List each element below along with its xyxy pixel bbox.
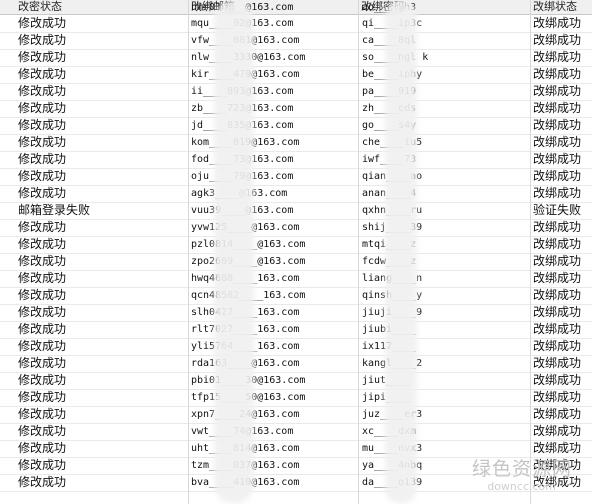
cell-bind-status[interactable]: 改绑成功 <box>533 321 592 338</box>
data-grid[interactable]: 改密状态 改绑邮箱 改绑密码 改绑状态 修改成功mqu____92@163.co… <box>0 0 592 504</box>
cell-bind-status[interactable]: 改绑成功 <box>533 117 592 134</box>
column-divider <box>358 0 359 504</box>
cell-pwd-status[interactable]: 修改成功 <box>18 457 188 474</box>
column-divider <box>188 0 189 504</box>
cell-pwd-status[interactable]: 修改成功 <box>18 474 188 491</box>
table-row[interactable]: 修改成功kir____479@163.combe____iphy改绑成功 <box>0 66 592 84</box>
table-row[interactable]: 修改成功zb____723@163.comzh____cds改绑成功 <box>0 100 592 118</box>
cell-pwd-status[interactable]: 修改成功 <box>18 321 188 338</box>
cell-bind-status[interactable]: 改绑成功 <box>533 185 592 202</box>
watermark-url: downcc.com <box>487 480 556 493</box>
table-row[interactable]: 修改成功yli5764____163.comix117____改绑成功 <box>0 338 592 356</box>
cell-pwd-status[interactable]: 修改成功 <box>18 236 188 253</box>
cell-bind-status[interactable]: 改绑成功 <box>533 134 592 151</box>
cell-bind-status[interactable]: 验证失败 <box>533 202 592 219</box>
cell-bind-status[interactable]: 改绑成功 <box>533 151 592 168</box>
cell-bind-status[interactable]: 改绑成功 <box>533 15 592 32</box>
table-row[interactable]: 修改成功nlw____3330@163.comso____ngl k改绑成功 <box>0 49 592 67</box>
table-row[interactable]: 修改成功rda163____@163.comkangl____2改绑成功 <box>0 355 592 373</box>
header-bind-status[interactable]: 改绑状态 <box>531 0 592 14</box>
table-row[interactable]: 修改成功zpo2669____@163.comfcdw____z改绑成功 <box>0 253 592 271</box>
cell-pwd-status[interactable]: 修改成功 <box>18 423 188 440</box>
cell-pwd-status[interactable]: 修改成功 <box>18 253 188 270</box>
cell-pwd-status[interactable]: 修改成功 <box>18 372 188 389</box>
table-row[interactable]: 修改成功ii____893@163.compa____919改绑成功 <box>0 83 592 101</box>
cell-pwd-status[interactable]: 修改成功 <box>18 355 188 372</box>
cell-bind-status[interactable]: 改绑成功 <box>533 287 592 304</box>
cell-bind-status[interactable]: 改绑成功 <box>533 270 592 287</box>
cell-pwd-status[interactable]: 修改成功 <box>18 168 188 185</box>
cell-pwd-status[interactable]: 修改成功 <box>18 49 188 66</box>
watermark-title: 绿色资源网 <box>471 458 572 480</box>
cell-bind-status[interactable]: 改绑成功 <box>533 219 592 236</box>
cell-pwd-status[interactable]: 修改成功 <box>18 270 188 287</box>
cell-bind-status[interactable]: 改绑成功 <box>533 355 592 372</box>
cell-pwd-status[interactable]: 修改成功 <box>18 151 188 168</box>
cell-bind-status[interactable]: 改绑成功 <box>533 389 592 406</box>
cell-bind-status[interactable]: 改绑成功 <box>533 423 592 440</box>
table-row[interactable]: 邮箱登录失败vuu39____@163.comqxhn____ru验证失败 <box>0 202 592 220</box>
cell-pwd-status[interactable]: 邮箱登录失败 <box>18 202 188 219</box>
table-row[interactable]: 修改成功vfw____081@163.comca____8ql改绑成功 <box>0 32 592 50</box>
table-row[interactable]: 修改成功jd____835@163.comgo____s4y改绑成功 <box>0 117 592 135</box>
table-row[interactable]: 修改成功kom____019@163.comche____iu5改绑成功 <box>0 134 592 152</box>
cell-pwd-status[interactable]: 修改成功 <box>18 32 188 49</box>
table-row[interactable]: 修改成功slh0427____163.comjiuji____9改绑成功 <box>0 304 592 322</box>
watermark: 绿色资源网 downcc.com <box>460 454 578 496</box>
header-pwd-status[interactable]: 改密状态 <box>16 0 189 14</box>
cell-pwd-status[interactable]: 修改成功 <box>18 117 188 134</box>
cell-pwd-status[interactable]: 修改成功 <box>18 219 188 236</box>
cell-pwd-status[interactable]: 修改成功 <box>18 66 188 83</box>
cell-bind-status[interactable]: 改绑成功 <box>533 236 592 253</box>
cell-pwd-status[interactable]: 修改成功 <box>18 406 188 423</box>
cell-bind-status[interactable]: 改绑成功 <box>533 83 592 100</box>
table-row[interactable]: 修改成功yvw125____@163.comshij____39改绑成功 <box>0 219 592 237</box>
cell-pwd-status[interactable]: 修改成功 <box>18 83 188 100</box>
cell-pwd-status[interactable]: 修改成功 <box>18 15 188 32</box>
cell-pwd-status[interactable]: 修改成功 <box>18 389 188 406</box>
cell-bind-status[interactable]: 改绑成功 <box>533 338 592 355</box>
cell-bind-status[interactable]: 改绑成功 <box>533 406 592 423</box>
cell-pwd-status[interactable]: 修改成功 <box>18 338 188 355</box>
table-row[interactable]: 修改成功hwq4688____163.comliang____n改绑成功 <box>0 270 592 288</box>
privacy-mask <box>385 0 417 504</box>
cell-bind-status[interactable]: 改绑成功 <box>533 253 592 270</box>
cell-pwd-status[interactable]: 修改成功 <box>18 100 188 117</box>
table-row[interactable]: 修改成功pbi01____30@163.comjiut____改绑成功 <box>0 372 592 390</box>
privacy-mask <box>214 0 254 504</box>
table-row[interactable]: 修改成功oju____79@163.comqian____ao改绑成功 <box>0 168 592 186</box>
table-row[interactable]: 修改成功qcn48582____163.comqinsh____y改绑成功 <box>0 287 592 305</box>
cell-bind-status[interactable]: 改绑成功 <box>533 304 592 321</box>
cell-pwd-status[interactable]: 修改成功 <box>18 185 188 202</box>
table-row[interactable]: 修改成功agk3____@163.comanan____4改绑成功 <box>0 185 592 203</box>
cell-pwd-status[interactable]: 修改成功 <box>18 440 188 457</box>
table-row[interactable]: 修改成功mqu____92@163.comqi____ip3c改绑成功 <box>0 15 592 33</box>
table-row[interactable]: 修改成功rlt7027____163.comjiubi____改绑成功 <box>0 321 592 339</box>
column-divider <box>530 0 531 504</box>
cell-bind-status[interactable]: 改绑成功 <box>533 49 592 66</box>
table-row[interactable]: 修改成功pzl0814____@163.commtqi____z改绑成功 <box>0 236 592 254</box>
cell-pwd-status[interactable]: 修改成功 <box>18 134 188 151</box>
table-row[interactable]: 修改成功xpn7____24@163.comjuz____er3改绑成功 <box>0 406 592 424</box>
cell-bind-status[interactable]: 改绑成功 <box>533 100 592 117</box>
cell-bind-status[interactable]: 改绑成功 <box>533 32 592 49</box>
table-row[interactable]: 修改成功tfp15____50@163.comjipi____改绑成功 <box>0 389 592 407</box>
table-row[interactable]: 修改成功vwt____74@163.comxc____dxm改绑成功 <box>0 423 592 441</box>
cell-bind-status[interactable]: 改绑成功 <box>533 66 592 83</box>
cell-bind-status[interactable]: 改绑成功 <box>533 372 592 389</box>
table-row[interactable]: 修改成功fod____73@163.comiwf____73改绑成功 <box>0 151 592 169</box>
cell-pwd-status[interactable]: 修改成功 <box>18 287 188 304</box>
cell-pwd-status[interactable]: 修改成功 <box>18 304 188 321</box>
cell-bind-status[interactable]: 改绑成功 <box>533 168 592 185</box>
